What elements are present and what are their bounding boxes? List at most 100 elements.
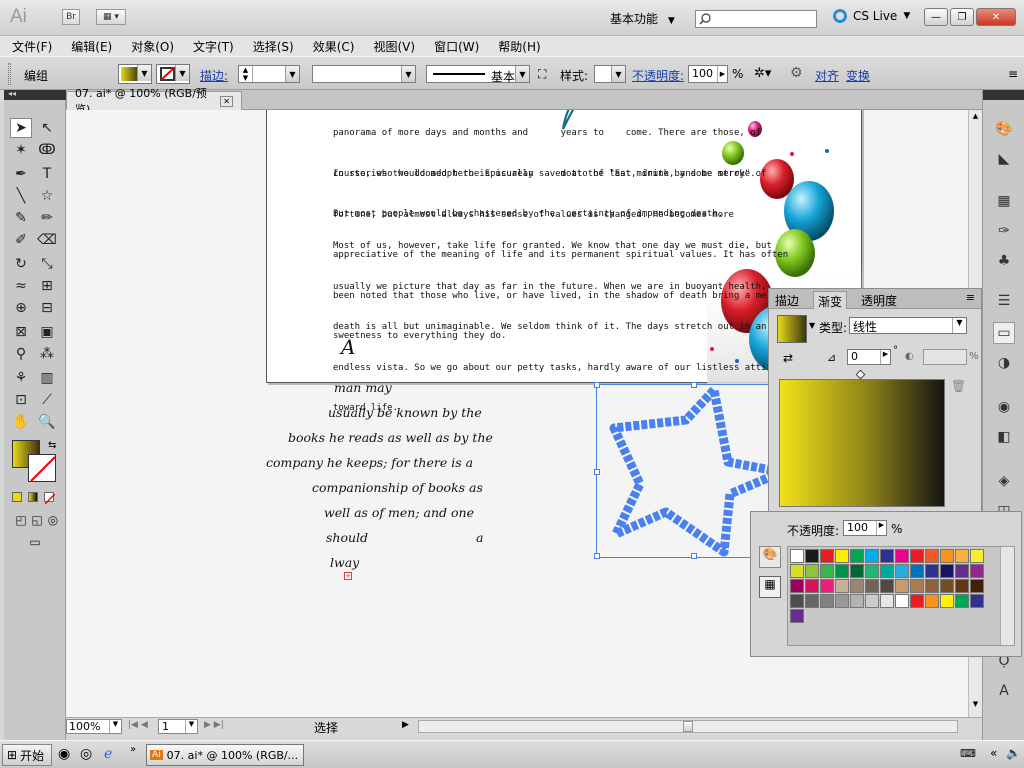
color-swatch[interactable] <box>925 579 939 593</box>
graphic-styles-panel-icon[interactable]: ◧ <box>993 426 1015 448</box>
more-icon[interactable]: » <box>130 744 136 755</box>
color-swatch[interactable] <box>940 564 954 578</box>
recolor-artwork-icon[interactable]: ✲▾ <box>754 66 771 81</box>
gradient-panel-icon[interactable]: ▭ <box>993 322 1015 344</box>
color-swatch[interactable] <box>805 564 819 578</box>
swatch-opacity-field[interactable]: 100 ▶ <box>843 520 887 536</box>
color-swatch[interactable] <box>805 549 819 563</box>
page-field[interactable]: 1 ▼ <box>158 719 198 734</box>
type-tool-icon[interactable]: T <box>36 164 58 184</box>
symbols-panel-icon[interactable]: ♣ <box>993 250 1015 272</box>
symbol-sprayer-tool-icon[interactable]: ⚘ <box>10 368 32 388</box>
width-tool-icon[interactable]: ≈ <box>10 276 32 296</box>
color-swatch[interactable] <box>895 564 909 578</box>
shape-builder-tool-icon[interactable]: ⊕ <box>10 298 32 318</box>
perspective-grid-tool-icon[interactable]: ⊟ <box>36 298 58 318</box>
taskbar-illustrator-button[interactable]: Ai 07. ai* @ 100% (RGB/... <box>146 744 304 766</box>
horizontal-scrollbar[interactable] <box>418 720 958 733</box>
color-swatch[interactable] <box>820 564 834 578</box>
status-menu-icon[interactable]: ▶ <box>402 720 409 730</box>
draw-inside-icon[interactable]: ◎ <box>42 510 64 530</box>
color-swatch[interactable] <box>790 609 804 623</box>
reverse-gradient-icon[interactable]: ⇄ <box>783 351 793 365</box>
paintbrush-tool-icon[interactable]: ✎ <box>10 208 32 228</box>
scroll-down-icon[interactable]: ▼ <box>970 700 981 711</box>
restore-button[interactable]: ❐ <box>950 8 974 26</box>
delete-stop-icon[interactable]: 🗑 <box>951 379 966 393</box>
menu-help[interactable]: 帮助(H) <box>498 38 540 55</box>
color-guide-icon[interactable]: ◣ <box>993 148 1015 170</box>
color-swatch[interactable] <box>895 594 909 608</box>
mesh-tool-icon[interactable]: ⊠ <box>10 322 32 342</box>
global-settings-icon[interactable]: ⚙ <box>790 65 803 81</box>
color-swatch[interactable] <box>880 579 894 593</box>
color-swatch[interactable] <box>865 564 879 578</box>
brush-definition-dropdown[interactable]: 基本 ▼ <box>426 65 530 84</box>
minimize-button[interactable]: — <box>924 8 948 26</box>
color-swatch[interactable] <box>850 549 864 563</box>
qq-icon[interactable]: ◎ <box>80 746 92 762</box>
menu-edit[interactable]: 编辑(E) <box>71 38 112 55</box>
star-tool-icon[interactable]: ☆ <box>36 186 58 206</box>
scroll-up-icon[interactable]: ▲ <box>970 112 981 123</box>
swatch-grid-icon[interactable]: ▦ <box>759 576 781 598</box>
magic-wand-tool-icon[interactable]: ✶ <box>10 140 32 160</box>
scale-tool-icon[interactable]: ⤡ <box>36 254 58 274</box>
lasso-tool-icon[interactable]: ↂ <box>36 140 58 160</box>
selection-tool-icon[interactable]: ➤ <box>10 118 32 138</box>
pen-tool-icon[interactable]: ✒ <box>10 164 32 184</box>
color-swatch[interactable] <box>835 549 849 563</box>
menu-file[interactable]: 文件(F) <box>12 38 52 55</box>
color-swatch[interactable] <box>910 549 924 563</box>
stroke-color-picker[interactable]: ▼ <box>156 64 190 84</box>
slice-tool-icon[interactable]: ⟋ <box>36 390 58 410</box>
color-swatch[interactable] <box>790 594 804 608</box>
menu-type[interactable]: 文字(T) <box>193 38 234 55</box>
blend-tool-icon[interactable]: ⁂ <box>36 344 58 364</box>
tab-transparency[interactable]: 透明度 <box>857 291 901 309</box>
stepper-icon[interactable]: ▲ ▼ <box>239 66 253 82</box>
document-tab[interactable]: 07. ai* @ 100% (RGB/预览) ✕ <box>66 87 242 116</box>
gradient-midpoint[interactable] <box>855 369 866 380</box>
close-tab-icon[interactable]: ✕ <box>220 95 233 107</box>
swap-fill-stroke-icon[interactable]: ⇆ <box>48 440 56 451</box>
color-swatch[interactable] <box>820 594 834 608</box>
gradient-mode-button[interactable] <box>28 492 38 502</box>
cs-live-menu[interactable]: CS Live ▼ <box>833 9 910 23</box>
tab-stroke[interactable]: 描边 <box>771 291 803 309</box>
eraser-tool-icon[interactable]: ⌫ <box>36 230 58 250</box>
color-swatch[interactable] <box>850 579 864 593</box>
opacity-field[interactable]: 100 ▶ <box>688 65 728 83</box>
color-swatch[interactable] <box>790 549 804 563</box>
gradient-preview[interactable] <box>777 315 807 343</box>
color-swatch[interactable] <box>910 594 924 608</box>
panel-menu-icon[interactable]: ≡ <box>1008 67 1018 81</box>
color-swatch[interactable] <box>970 579 984 593</box>
color-swatch[interactable] <box>895 579 909 593</box>
artboard-tool-icon[interactable]: ⊡ <box>10 390 32 410</box>
gradient-slider[interactable] <box>779 379 945 507</box>
color-swatch[interactable] <box>925 549 939 563</box>
color-swatch[interactable] <box>850 564 864 578</box>
menu-object[interactable]: 对象(O) <box>131 38 174 55</box>
color-swatch[interactable] <box>805 594 819 608</box>
gradient-type-select[interactable]: 线性 ▼ <box>849 317 967 334</box>
stroke-weight-field[interactable]: ▲ ▼ ▼ <box>238 65 300 83</box>
color-swatch[interactable] <box>865 594 879 608</box>
color-panel-icon[interactable]: 🎨 <box>993 118 1015 140</box>
layers-panel-icon[interactable]: ◈ <box>993 470 1015 492</box>
opacity-link[interactable]: 不透明度: <box>632 67 684 84</box>
color-swatch[interactable] <box>835 564 849 578</box>
align-link[interactable]: 对齐 <box>815 67 839 84</box>
graphic-style-picker[interactable]: ▼ <box>594 65 626 83</box>
color-picker-icon[interactable]: 🎨 <box>759 546 781 568</box>
color-swatch[interactable] <box>955 594 969 608</box>
appearance-panel-icon[interactable]: ◉ <box>993 396 1015 418</box>
color-swatch[interactable] <box>850 594 864 608</box>
color-swatch[interactable] <box>955 549 969 563</box>
none-mode-button[interactable] <box>44 492 56 505</box>
menu-window[interactable]: 窗口(W) <box>434 38 479 55</box>
screen-mode-icon[interactable]: ▭ <box>24 532 46 552</box>
line-tool-icon[interactable]: ╲ <box>10 186 32 206</box>
color-swatch[interactable] <box>820 579 834 593</box>
